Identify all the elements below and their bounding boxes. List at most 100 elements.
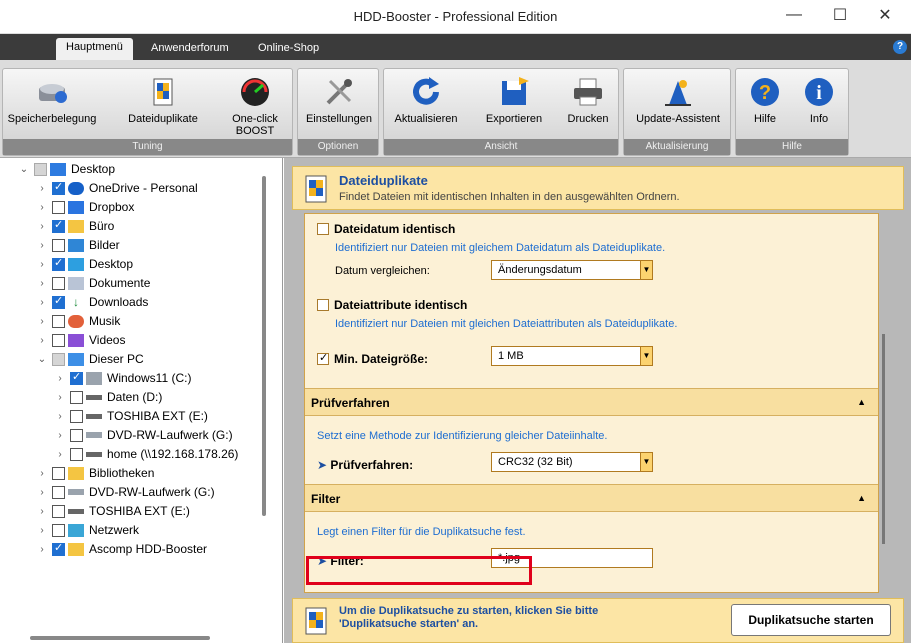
scrollbar-thumb[interactable] bbox=[882, 334, 885, 544]
checkbox[interactable] bbox=[52, 180, 65, 195]
tree-item-windows11[interactable]: ›Windows11 (C:) bbox=[54, 369, 191, 387]
chevron-right-icon[interactable]: › bbox=[36, 278, 48, 289]
minimize-button[interactable]: — bbox=[771, 0, 817, 30]
close-button[interactable]: ✕ bbox=[862, 0, 908, 30]
dropdown-arrow-icon[interactable]: ▼ bbox=[640, 261, 652, 279]
tree-item-ascomp[interactable]: ›Ascomp HDD-Booster bbox=[36, 540, 207, 558]
tree-item-toshiba-2[interactable]: › TOSHIBA EXT (E:) bbox=[36, 502, 190, 520]
info-button[interactable]: i Info bbox=[796, 75, 842, 137]
einstellungen-button[interactable]: Einstellungen bbox=[300, 75, 378, 137]
chevron-right-icon[interactable]: › bbox=[36, 221, 48, 232]
tree-horizontal-scrollbar[interactable] bbox=[30, 636, 210, 640]
start-search-button[interactable]: Duplikatsuche starten bbox=[731, 604, 891, 636]
chevron-right-icon[interactable]: › bbox=[36, 259, 48, 270]
checkbox[interactable] bbox=[52, 218, 65, 233]
checkbox[interactable] bbox=[52, 200, 65, 214]
maximize-button[interactable]: ☐ bbox=[817, 0, 863, 30]
chevron-down-icon[interactable]: ⌄ bbox=[36, 354, 48, 365]
tree-item-downloads[interactable]: ›↓Downloads bbox=[36, 293, 148, 311]
checkbox[interactable] bbox=[70, 370, 83, 385]
tree-item-bilder[interactable]: › Bilder bbox=[36, 236, 119, 254]
chevron-right-icon[interactable]: › bbox=[54, 392, 66, 403]
checkbox[interactable] bbox=[52, 256, 65, 271]
chevron-right-icon[interactable]: › bbox=[36, 335, 48, 346]
checkbox[interactable] bbox=[52, 523, 65, 537]
aktualisieren-button[interactable]: Aktualisieren bbox=[388, 75, 464, 137]
chevron-right-icon[interactable]: › bbox=[36, 297, 48, 308]
tree-item-home-network[interactable]: › home (\\192.168.178.26) bbox=[54, 445, 238, 463]
checkbox[interactable] bbox=[70, 447, 83, 461]
chevron-right-icon[interactable]: › bbox=[36, 468, 48, 479]
tab-anwenderforum[interactable]: Anwenderforum bbox=[141, 39, 239, 60]
chevron-right-icon[interactable]: › bbox=[54, 411, 66, 422]
tree-item-toshiba[interactable]: › TOSHIBA EXT (E:) bbox=[54, 407, 208, 425]
chevron-right-icon[interactable]: › bbox=[36, 525, 48, 536]
one-click-boost-button[interactable]: One-click BOOST bbox=[221, 75, 289, 137]
tree-item-desktop-root[interactable]: ⌄ Desktop bbox=[18, 160, 115, 178]
checkbox[interactable] bbox=[52, 294, 65, 309]
checkbox[interactable] bbox=[317, 351, 329, 365]
chevron-right-icon[interactable]: › bbox=[36, 183, 48, 194]
tab-online-shop[interactable]: Online-Shop bbox=[248, 39, 329, 60]
checkbox[interactable] bbox=[34, 162, 47, 176]
tree-item-dvd[interactable]: › DVD-RW-Laufwerk (G:) bbox=[54, 426, 232, 444]
tree-item-buero[interactable]: ›Büro bbox=[36, 217, 114, 235]
speicherbelegung-button[interactable]: Speicherbelegung bbox=[7, 75, 97, 137]
dateiduplikate-button[interactable]: Dateiduplikate bbox=[121, 75, 205, 137]
chevron-right-icon[interactable]: › bbox=[36, 240, 48, 251]
checkbox[interactable] bbox=[52, 466, 65, 480]
tree-item-dropbox[interactable]: › Dropbox bbox=[36, 198, 134, 216]
chevron-right-icon[interactable]: › bbox=[36, 202, 48, 213]
checkbox[interactable] bbox=[70, 390, 83, 404]
tree-item-videos[interactable]: › Videos bbox=[36, 331, 125, 349]
chevron-right-icon[interactable]: › bbox=[36, 506, 48, 517]
checkbox[interactable] bbox=[52, 352, 65, 366]
content-scrollbar[interactable] bbox=[880, 214, 888, 594]
chevron-right-icon[interactable]: › bbox=[36, 487, 48, 498]
tree-item-dvd-2[interactable]: › DVD-RW-Laufwerk (G:) bbox=[36, 483, 214, 501]
checkbox[interactable] bbox=[317, 223, 329, 235]
tree-item-bibliotheken[interactable]: › Bibliotheken bbox=[36, 464, 154, 482]
tree-item-musik[interactable]: › Musik bbox=[36, 312, 120, 330]
pruef-select[interactable]: CRC32 (32 Bit) ▼ bbox=[491, 452, 653, 472]
min-size-select[interactable]: 1 MB ▼ bbox=[491, 346, 653, 366]
datum-select[interactable]: Änderungsdatum ▼ bbox=[491, 260, 653, 280]
drucken-button[interactable]: Drucken bbox=[560, 75, 616, 137]
collapse-icon[interactable]: ▲ bbox=[857, 493, 866, 503]
exportieren-button[interactable]: Exportieren bbox=[476, 75, 552, 137]
checkbox[interactable] bbox=[52, 541, 65, 556]
tree-item-daten[interactable]: › Daten (D:) bbox=[54, 388, 162, 406]
hilfe-button[interactable]: ? Hilfe bbox=[742, 75, 788, 137]
tree-item-onedrive[interactable]: ›OneDrive - Personal bbox=[36, 179, 197, 197]
option-dateidatum[interactable]: Dateidatum identisch bbox=[317, 222, 455, 236]
tree-item-netzwerk[interactable]: › Netzwerk bbox=[36, 521, 139, 539]
checkbox[interactable] bbox=[52, 504, 65, 518]
tree-item-dokumente[interactable]: › Dokumente bbox=[36, 274, 150, 292]
checkbox[interactable] bbox=[52, 314, 65, 328]
section-pruefverfahren[interactable]: Prüfverfahren ▲ bbox=[305, 388, 878, 416]
dropdown-arrow-icon[interactable]: ▼ bbox=[640, 347, 652, 365]
tree-item-dieser-pc[interactable]: ⌄ Dieser PC bbox=[36, 350, 144, 368]
checkbox[interactable] bbox=[52, 238, 65, 252]
section-filter[interactable]: Filter ▲ bbox=[305, 484, 878, 512]
checkbox[interactable] bbox=[52, 485, 65, 499]
chevron-right-icon[interactable]: › bbox=[54, 373, 66, 384]
checkbox[interactable] bbox=[317, 299, 329, 311]
option-min-size[interactable]: Min. Dateigröße: bbox=[317, 351, 428, 366]
chevron-down-icon[interactable]: ⌄ bbox=[18, 164, 30, 175]
help-icon[interactable]: ? bbox=[893, 40, 907, 54]
chevron-right-icon[interactable]: › bbox=[36, 316, 48, 327]
checkbox[interactable] bbox=[52, 276, 65, 290]
tree-vertical-scrollbar[interactable] bbox=[262, 176, 266, 516]
checkbox[interactable] bbox=[70, 428, 83, 442]
tree-item-desktop[interactable]: ›Desktop bbox=[36, 255, 133, 273]
chevron-right-icon[interactable]: › bbox=[54, 430, 66, 441]
chevron-right-icon[interactable]: › bbox=[36, 544, 48, 555]
collapse-icon[interactable]: ▲ bbox=[857, 397, 866, 407]
chevron-right-icon[interactable]: › bbox=[54, 449, 66, 460]
checkbox[interactable] bbox=[52, 333, 65, 347]
dropdown-arrow-icon[interactable]: ▼ bbox=[640, 453, 652, 471]
checkbox[interactable] bbox=[70, 409, 83, 423]
option-dateiattribute[interactable]: Dateiattribute identisch bbox=[317, 298, 467, 312]
tab-hauptmenue[interactable]: Hauptmenü bbox=[56, 38, 133, 60]
